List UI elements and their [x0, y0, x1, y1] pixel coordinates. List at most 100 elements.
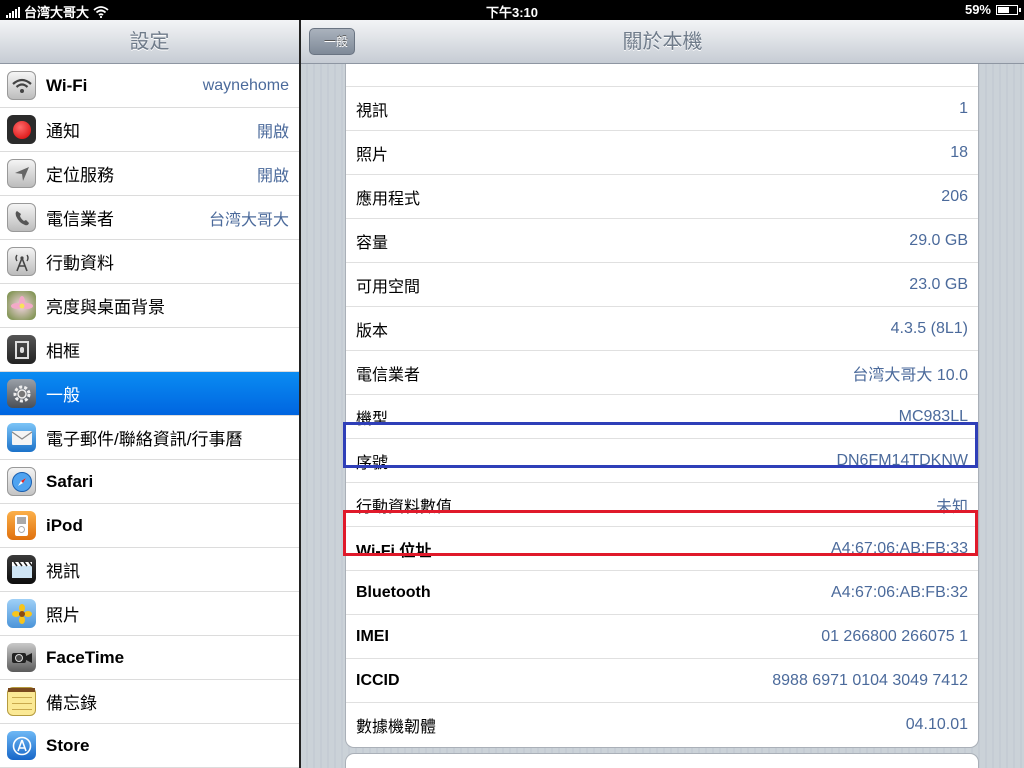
sidebar-item-value: 開啟 [256, 123, 289, 141]
sidebar-item-label: 一般 [46, 386, 80, 405]
sidebar-item-wifi[interactable]: Wi-Fi waynehome [0, 64, 299, 108]
status-bar: 台湾大哥大 下午3:10 59% [0, 0, 1024, 20]
sidebar-item-label: FaceTime [46, 647, 125, 667]
row-label: 版本 [356, 322, 389, 340]
sidebar-item-value: 台湾大哥大 [208, 211, 289, 229]
row-label: 照片 [356, 146, 389, 164]
row-label: ICCID [356, 671, 400, 689]
detail-title: 關於本機 [622, 31, 703, 53]
row-value: 8988 6971 0104 3049 7412 [772, 671, 968, 689]
sidebar-item-label: 電信業者 [46, 210, 114, 229]
row-label: 電信業者 [356, 366, 421, 384]
gear-icon [7, 379, 36, 408]
master-title: 設定 [129, 31, 170, 53]
row-value: 台湾大哥大 10.0 [852, 366, 968, 384]
row-label: Bluetooth [356, 583, 431, 601]
sidebar-item-videos[interactable]: 視訊 [0, 548, 299, 592]
row-label: IMEI [356, 627, 389, 645]
phone-icon [7, 203, 36, 232]
mail-icon [7, 423, 36, 452]
about-row-modem-firmware: 數據機韌體 04.10.01 [346, 703, 978, 747]
sidebar-item-label: 行動資料 [46, 254, 114, 273]
cellular-icon [7, 247, 36, 276]
sidebar-item-general[interactable]: 一般 [0, 372, 299, 416]
about-info-group: 視訊 1 照片 18 應用程式 206 容量 29.0 GB 可用空間 23.0 GB 版… [345, 64, 979, 748]
settings-menu: Wi-Fi waynehome 通知 開啟 定位服務 開啟 電信業者 台湾大哥大 [0, 64, 299, 768]
location-icon [7, 159, 36, 188]
sidebar-item-label: 定位服務 [46, 166, 114, 185]
notifications-icon [7, 115, 36, 144]
row-label: 容量 [356, 234, 389, 252]
sidebar-item-photos[interactable]: 照片 [0, 592, 299, 636]
picture-frame-icon [7, 335, 36, 364]
sidebar-item-label: 視訊 [46, 562, 80, 581]
battery-icon [996, 4, 1021, 15]
sidebar-item-label: Wi-Fi [46, 75, 88, 95]
back-button[interactable]: 一般 [309, 28, 355, 55]
row-value: 23.0 GB [909, 275, 968, 293]
about-row-available: 可用空間 23.0 GB [346, 263, 978, 307]
sidebar-item-notes[interactable]: 備忘錄 [0, 680, 299, 724]
sidebar-item-label: 相框 [46, 342, 80, 361]
row-value: 04.10.01 [905, 716, 968, 733]
sidebar-item-label: Safari [46, 471, 94, 491]
about-row-capacity: 容量 29.0 GB [346, 219, 978, 263]
sidebar-item-notifications[interactable]: 通知 開啟 [0, 108, 299, 152]
about-row-videos: 視訊 1 [346, 87, 978, 131]
sidebar-item-label: Store [46, 735, 90, 755]
sidebar-item-label: 電子郵件/聯絡資訊/行事曆 [46, 430, 243, 449]
row-value: 4.3.5 (8L1) [890, 319, 968, 337]
video-icon [7, 555, 36, 584]
row-label: 應用程式 [356, 190, 421, 208]
status-time: 下午3:10 [485, 5, 539, 20]
sidebar-item-label: 亮度與桌面背景 [46, 298, 165, 317]
sidebar-item-safari[interactable]: Safari [0, 460, 299, 504]
wifi-address-highlight-box [343, 510, 978, 556]
row-value: 206 [941, 187, 968, 205]
sidebar-item-store[interactable]: Store [0, 724, 299, 768]
sidebar-item-value: waynehome [202, 76, 289, 94]
settings-master-panel: 設定 Wi-Fi waynehome 通知 開啟 定位服務 開啟 電信業者 台湾… [0, 20, 299, 768]
row-label: 數據機韌體 [356, 719, 437, 736]
next-settings-group[interactable] [345, 753, 979, 768]
serial-highlight-box [343, 422, 978, 468]
wifi-icon [7, 71, 36, 100]
row-value: 01 266800 266075 1 [821, 627, 968, 645]
about-detail-panel: 一般 關於本機 視訊 1 照片 18 應用程式 206 容量 29.0 GB 可用空間 2… [301, 20, 1024, 768]
about-row-iccid: ICCID 8988 6971 0104 3049 7412 [346, 659, 978, 703]
about-row-carrier: 電信業者 台湾大哥大 10.0 [346, 351, 978, 395]
about-row-imei: IMEI 01 266800 266075 1 [346, 615, 978, 659]
about-row-applications: 應用程式 206 [346, 175, 978, 219]
sidebar-item-label: 通知 [46, 122, 80, 141]
sidebar-item-label: iPod [46, 515, 83, 535]
sidebar-item-label: 照片 [46, 606, 80, 625]
about-row-bluetooth: Bluetooth A4:67:06:AB:FB:32 [346, 571, 978, 615]
facetime-icon [7, 643, 36, 672]
notes-icon [7, 687, 36, 716]
row-value: 18 [950, 143, 968, 161]
photos-icon [7, 599, 36, 628]
row-label: 可用空間 [356, 278, 421, 296]
detail-navbar: 一般 關於本機 [301, 20, 1024, 64]
sidebar-item-carrier[interactable]: 電信業者 台湾大哥大 [0, 196, 299, 240]
about-row-photos: 照片 18 [346, 131, 978, 175]
sidebar-item-mail[interactable]: 電子郵件/聯絡資訊/行事曆 [0, 416, 299, 460]
ipod-icon [7, 511, 36, 540]
row-value: 1 [959, 99, 968, 117]
sidebar-item-value: 開啟 [256, 167, 289, 185]
sidebar-item-label: 備忘錄 [46, 694, 97, 713]
row-value: 29.0 GB [909, 231, 968, 249]
sidebar-item-facetime[interactable]: FaceTime [0, 636, 299, 680]
sidebar-item-ipod[interactable]: iPod [0, 504, 299, 548]
sidebar-item-brightness[interactable]: 亮度與桌面背景 [0, 284, 299, 328]
safari-icon [7, 467, 36, 496]
brightness-icon [7, 291, 36, 320]
about-row-version: 版本 4.3.5 (8L1) [346, 307, 978, 351]
row-label: 視訊 [356, 102, 389, 120]
store-icon [7, 731, 36, 760]
sidebar-item-cellular-data[interactable]: 行動資料 [0, 240, 299, 284]
master-navbar: 設定 [0, 20, 299, 64]
sidebar-item-location[interactable]: 定位服務 開啟 [0, 152, 299, 196]
row-value: A4:67:06:AB:FB:32 [831, 583, 968, 601]
sidebar-item-picture-frame[interactable]: 相框 [0, 328, 299, 372]
